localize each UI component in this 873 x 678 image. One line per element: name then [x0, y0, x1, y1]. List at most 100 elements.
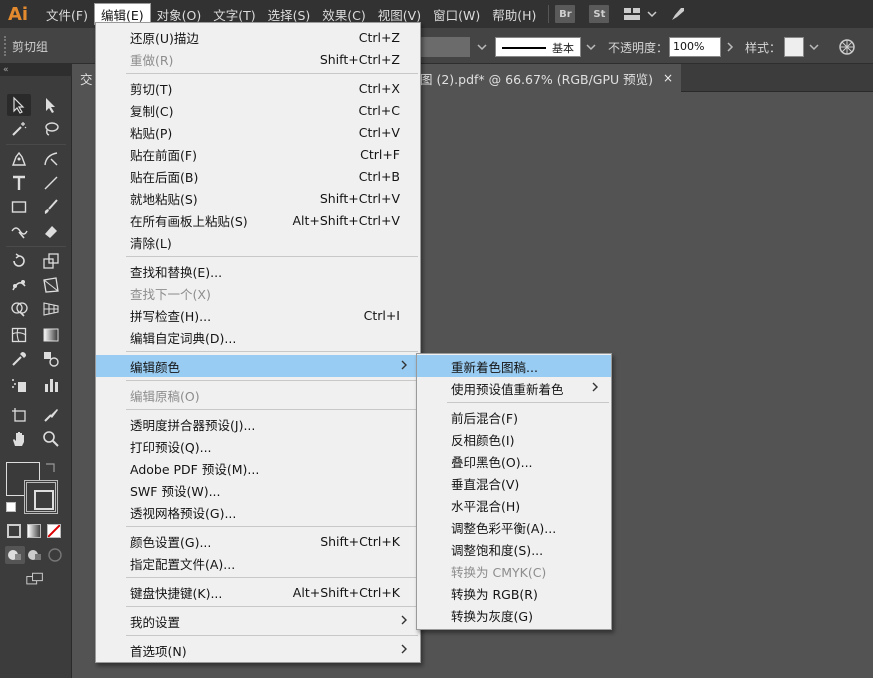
menu-option[interactable]: 复制(C) Ctrl+C	[96, 99, 420, 121]
menu-option[interactable]: 在所有画板上粘贴(S) Alt+Shift+Ctrl+V	[96, 209, 420, 231]
recolor-artwork-icon[interactable]	[837, 37, 857, 57]
eraser-tool-icon[interactable]	[39, 220, 63, 242]
perspective-grid-tool-icon[interactable]	[39, 298, 63, 320]
column-graph-tool-icon[interactable]	[39, 374, 63, 396]
menu-option[interactable]: 粘贴(P) Ctrl+V	[96, 121, 420, 143]
panel-grip[interactable]	[4, 36, 7, 56]
menu-option[interactable]: 打印预设(Q)...	[96, 435, 420, 457]
menu-option[interactable]: 透明度拼合器预设(J)...	[96, 413, 420, 435]
menu-option[interactable]: 叠印黑色(O)...	[417, 450, 611, 472]
menu-option[interactable]: 剪切(T) Ctrl+X	[96, 77, 420, 99]
magic-wand-tool-icon[interactable]	[7, 118, 31, 140]
tools-collapse-button[interactable]: «	[0, 64, 72, 76]
menu-option[interactable]: 贴在后面(B) Ctrl+B	[96, 165, 420, 187]
menu-option[interactable]: 编辑原稿(O)	[96, 384, 420, 406]
menu-option[interactable]: 指定配置文件(A)...	[96, 552, 420, 574]
menu-option[interactable]: 重做(R) Shift+Ctrl+Z	[96, 48, 420, 70]
stroke-profile-dropdown[interactable]	[583, 37, 599, 57]
direct-selection-tool-icon[interactable]	[39, 94, 63, 116]
menu-option[interactable]: 垂直混合(V)	[417, 472, 611, 494]
menu-option[interactable]: 清除(L)	[96, 231, 420, 253]
stroke-profile-select[interactable]: 基本	[495, 37, 581, 57]
menu-option[interactable]: 编辑自定词典(D)...	[96, 326, 420, 348]
bridge-button[interactable]: Br	[555, 5, 576, 23]
menu-option[interactable]: 颜色设置(G)... Shift+Ctrl+K	[96, 530, 420, 552]
menu-separator	[126, 577, 418, 578]
none-mode-icon[interactable]	[47, 524, 61, 538]
rotate-tool-icon[interactable]	[7, 250, 31, 272]
selection-tool-icon[interactable]	[7, 94, 31, 116]
menu-option[interactable]: 使用预设值重新着色	[417, 377, 611, 399]
screen-mode-icon[interactable]	[22, 570, 48, 588]
menu-option[interactable]: 键盘快捷键(K)... Alt+Shift+Ctrl+K	[96, 581, 420, 603]
rectangle-tool-icon[interactable]	[7, 196, 31, 218]
pen-tool-icon[interactable]	[7, 148, 31, 170]
menu-item[interactable]: 文件(F)	[40, 3, 94, 25]
menu-option[interactable]: 我的设置	[96, 610, 420, 632]
slice-tool-icon[interactable]	[39, 404, 63, 426]
scale-tool-icon[interactable]	[39, 250, 63, 272]
menu-option[interactable]: Adobe PDF 预设(M)...	[96, 457, 420, 479]
swap-fill-stroke-icon[interactable]	[44, 460, 58, 474]
menu-option[interactable]: 水平混合(H)	[417, 494, 611, 516]
menu-option[interactable]: 转换为 RGB(R)	[417, 582, 611, 604]
menu-option-label: 垂直混合(V)	[451, 476, 520, 492]
puppet-warp-tool-icon[interactable]	[7, 274, 31, 296]
draw-inside-icon[interactable]	[45, 546, 65, 564]
symbol-sprayer-tool-icon[interactable]	[7, 374, 31, 396]
menu-option[interactable]: 拼写检查(H)... Ctrl+I	[96, 304, 420, 326]
artboard-tool-icon[interactable]	[7, 404, 31, 426]
menu-option[interactable]: 重新着色图稿...	[417, 355, 611, 377]
stock-button[interactable]: St	[589, 5, 610, 23]
type-tool-icon[interactable]	[7, 172, 31, 194]
menu-option[interactable]: 转换为灰度(G)	[417, 604, 611, 626]
blend-tool-icon[interactable]	[39, 348, 63, 370]
opacity-input[interactable]: 100%	[669, 37, 721, 57]
gpu-rocket-icon[interactable]	[665, 4, 691, 24]
menu-option[interactable]: 就地粘贴(S) Shift+Ctrl+V	[96, 187, 420, 209]
color-mode-icon[interactable]	[7, 524, 21, 538]
hand-tool-icon[interactable]	[7, 428, 31, 450]
draw-behind-icon[interactable]	[25, 546, 45, 564]
menu-option[interactable]: 转换为 CMYK(C)	[417, 560, 611, 582]
menu-option[interactable]: 首选项(N)	[96, 639, 420, 661]
menu-option[interactable]: 查找和替换(E)...	[96, 260, 420, 282]
menu-option[interactable]: 还原(U)描边 Ctrl+Z	[96, 26, 420, 48]
eyedropper-tool-icon[interactable]	[7, 348, 31, 370]
lasso-tool-icon[interactable]	[39, 118, 63, 140]
menu-item[interactable]: 窗口(W)	[427, 3, 486, 25]
zoom-tool-icon[interactable]	[39, 428, 63, 450]
mesh-tool-icon[interactable]	[7, 324, 31, 346]
menu-item[interactable]: 帮助(H)	[486, 3, 542, 25]
menu-option[interactable]: 编辑颜色	[96, 355, 420, 377]
menu-option-shortcut: Alt+Shift+Ctrl+K	[292, 584, 400, 600]
style-dropdown[interactable]	[806, 37, 822, 57]
menu-option[interactable]: 调整色彩平衡(A)...	[417, 516, 611, 538]
menu-option[interactable]: SWF 预设(W)...	[96, 479, 420, 501]
menu-option[interactable]: 前后混合(F)	[417, 406, 611, 428]
menu-option[interactable]: 查找下一个(X)	[96, 282, 420, 304]
stroke-color-swatch[interactable]	[420, 37, 470, 57]
curvature-tool-icon[interactable]	[39, 148, 63, 170]
draw-normal-icon[interactable]	[5, 546, 25, 564]
menu-option[interactable]: 反相颜色(I)	[417, 428, 611, 450]
workspace-layout-icon[interactable]	[619, 4, 645, 24]
default-fill-stroke-icon[interactable]	[6, 502, 16, 512]
close-icon[interactable]: ×	[663, 71, 673, 85]
gradient-mode-icon[interactable]	[27, 524, 41, 538]
stroke-weight-dropdown[interactable]	[474, 37, 490, 57]
graphic-style-swatch[interactable]	[784, 37, 804, 57]
gradient-tool-icon[interactable]	[39, 324, 63, 346]
line-segment-tool-icon[interactable]	[39, 172, 63, 194]
menu-option[interactable]: 透视网格预设(G)...	[96, 501, 420, 523]
shaper-tool-icon[interactable]	[7, 220, 31, 242]
chevron-down-icon[interactable]	[645, 4, 659, 24]
free-transform-tool-icon[interactable]	[39, 274, 63, 296]
menu-option[interactable]: 调整饱和度(S)...	[417, 538, 611, 560]
stroke-color-swatch[interactable]	[24, 480, 58, 514]
shape-builder-tool-icon[interactable]	[7, 298, 31, 320]
opacity-arrow-icon[interactable]	[722, 37, 738, 57]
menu-option[interactable]: 贴在前面(F) Ctrl+F	[96, 143, 420, 165]
tab-document-active[interactable]: 图 (2).pdf* @ 66.67% (RGB/GPU 预览) ×	[420, 64, 682, 92]
paintbrush-tool-icon[interactable]	[39, 196, 63, 218]
